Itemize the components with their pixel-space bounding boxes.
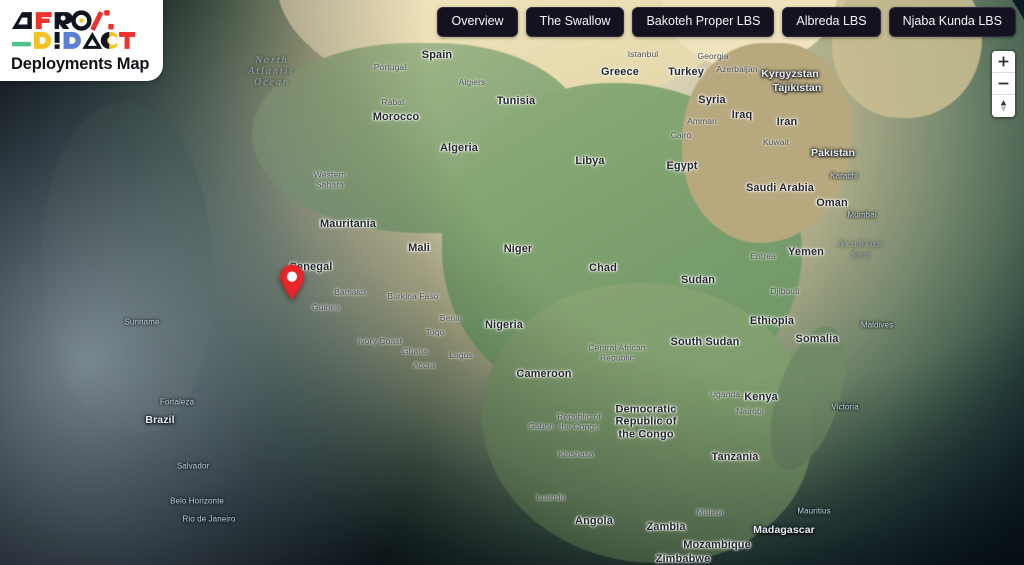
minus-icon	[998, 82, 1009, 85]
globe	[0, 0, 1024, 565]
deployment-marker[interactable]	[279, 264, 305, 300]
day-night-terminator	[0, 0, 1024, 565]
nav-albreda-lbs[interactable]: Albreda LBS	[782, 7, 881, 37]
brand-panel: Deployments Map	[0, 0, 163, 81]
nav-njaba-kunda-lbs[interactable]: Njaba Kunda LBS	[888, 7, 1016, 37]
plus-icon	[998, 56, 1009, 67]
deployments-map[interactable]: North Atlantic Ocean Arabian Sea Spain Port…	[0, 0, 1024, 565]
reset-bearing-button[interactable]	[992, 95, 1015, 117]
nav-bakoteh-proper-lbs[interactable]: Bakoteh Proper LBS	[632, 7, 775, 37]
zoom-in-button[interactable]	[992, 51, 1015, 73]
top-navigation: Overview The Swallow Bakoteh Proper LBS Alb…	[437, 7, 1016, 37]
nav-the-swallow[interactable]: The Swallow	[525, 7, 625, 37]
nav-overview[interactable]: Overview	[437, 7, 518, 37]
map-pin-icon	[280, 264, 304, 300]
map-zoom-controls[interactable]	[992, 51, 1015, 117]
compass-icon	[1000, 100, 1007, 112]
page-title: Deployments Map	[11, 55, 150, 73]
afrodidact-logo	[11, 10, 135, 49]
zoom-out-button[interactable]	[992, 73, 1015, 95]
